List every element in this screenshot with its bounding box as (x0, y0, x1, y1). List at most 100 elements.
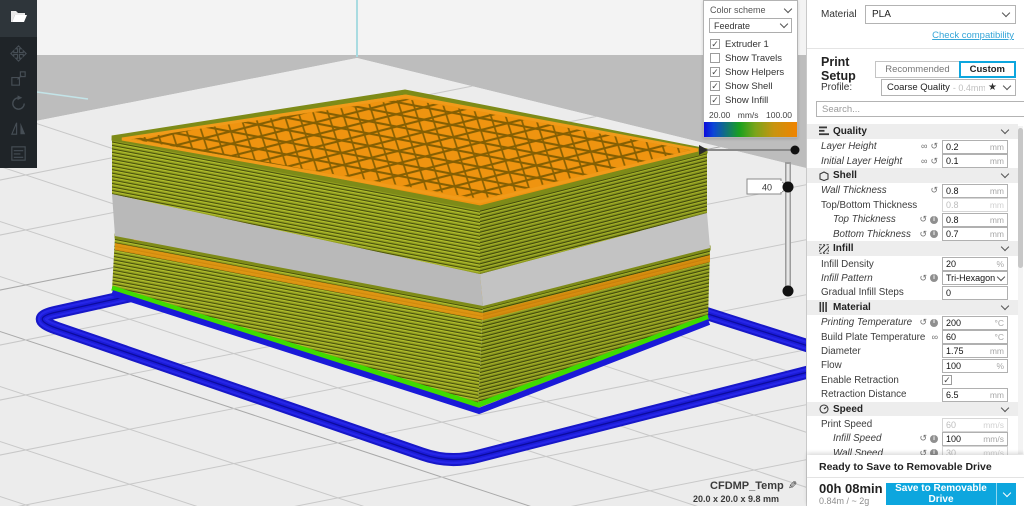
star-icon[interactable]: ★ (988, 82, 997, 93)
material-usage: 0.84m / ~ 2g (819, 496, 886, 506)
setting-row: Build Plate Temperature∞60°C (807, 330, 1018, 344)
setting-value-field[interactable]: 20% (942, 257, 1008, 271)
profile-dropdown[interactable]: Coarse Quality - 0.4mm ★ (881, 79, 1016, 96)
setting-value-field[interactable]: 0.8mm (942, 198, 1008, 212)
setting-checkbox[interactable]: ✓ (942, 375, 952, 385)
setting-row: Infill Speed↺i100mm/s (807, 432, 1018, 446)
section-header-speed[interactable]: Speed (807, 402, 1018, 417)
save-to-removable-drive-button[interactable]: Save to Removable Drive (886, 483, 1016, 505)
undo-icon[interactable]: ↺ (919, 230, 927, 239)
setting-label: Initial Layer Height (821, 156, 902, 167)
rotate-tool-icon (9, 94, 28, 118)
undo-icon[interactable]: ↺ (919, 434, 927, 443)
setting-value-field[interactable]: 100% (942, 359, 1008, 373)
chevron-down-icon (1001, 243, 1009, 251)
info-icon[interactable]: i (930, 274, 938, 282)
link-icon[interactable]: ∞ (921, 142, 927, 151)
setting-row: Initial Layer Height ∞↺ 0.1mm (807, 154, 1018, 168)
section-header-infill[interactable]: Infill (807, 241, 1018, 256)
profile-label: Profile: (821, 82, 881, 93)
undo-icon[interactable]: ↺ (919, 215, 927, 224)
setting-label: Infill Density (821, 259, 874, 270)
tool-sidebar (0, 0, 37, 168)
rotate-tool-button[interactable] (0, 93, 37, 118)
color-scheme-dropdown[interactable]: Feedrate (709, 18, 792, 33)
undo-icon[interactable]: ↺ (919, 274, 927, 283)
checkbox[interactable]: ✓ (710, 81, 720, 91)
custom-tab[interactable]: Custom (959, 61, 1016, 78)
setting-value-field[interactable]: 0.8mm (942, 184, 1008, 198)
chevron-down-icon (1001, 170, 1009, 178)
move-tool-button[interactable] (0, 43, 37, 68)
setting-value-field[interactable]: 60°C (942, 330, 1008, 344)
info-icon[interactable]: i (930, 230, 938, 238)
scrollbar-thumb[interactable] (1018, 128, 1023, 268)
section-header-shell[interactable]: Shell (807, 168, 1018, 183)
setting-value-field[interactable]: 0.7mm (942, 227, 1008, 241)
chevron-down-icon[interactable] (784, 4, 792, 12)
legend-checkbox-row[interactable]: Show Travels (704, 51, 797, 65)
setting-value-field[interactable]: 0 (942, 286, 1008, 300)
undo-icon[interactable]: ↺ (930, 157, 938, 166)
model-name-block: CFDMP_Temp✎ 20.0 x 20.0 x 9.8 mm (625, 476, 797, 504)
chevron-down-icon (1001, 403, 1009, 411)
settings-scrollbar[interactable] (1018, 126, 1023, 454)
cura-window: 40 CFDMP_Temp✎ 20.0 x 20.0 x 9.8 mm Colo… (0, 0, 1024, 506)
section-header-material[interactable]: Material (807, 300, 1018, 315)
setting-dropdown[interactable]: Tri-Hexagon (942, 271, 1008, 285)
layer-slider-handle-bottom[interactable] (783, 286, 794, 297)
info-icon[interactable]: i (930, 319, 938, 327)
legend-checkbox-row[interactable]: ✓Show Infill (704, 93, 797, 107)
save-options-chevron[interactable] (996, 483, 1016, 505)
section-header-quality[interactable]: Quality (807, 124, 1018, 139)
setting-label: Print Speed (821, 419, 872, 430)
setting-value-field[interactable]: 200°C (942, 316, 1008, 330)
legend-checkbox-row[interactable]: ✓ Show Shell (704, 79, 797, 93)
chevron-down-icon (1001, 126, 1009, 134)
legend-checkbox-row[interactable]: ✓Extruder 1 (704, 37, 797, 51)
setting-value-field[interactable]: 30mm/s (942, 446, 1008, 455)
chevron-down-icon (1003, 82, 1011, 90)
scale-max: 100.00 (766, 110, 792, 120)
per-model-settings-tool-button[interactable] (0, 143, 37, 168)
setting-label: Flow (821, 360, 842, 371)
edit-model-name-icon[interactable]: ✎ (788, 479, 797, 492)
setting-row: Enable Retraction✓ (807, 373, 1018, 387)
checkbox[interactable]: ✓ (710, 39, 720, 49)
quality-icon (819, 126, 833, 136)
setting-value-field[interactable]: 100mm/s (942, 432, 1008, 446)
check-compatibility-link[interactable]: Check compatibility (932, 30, 1014, 41)
checkbox[interactable]: ✓ (710, 67, 720, 77)
layer-indicator-dot (791, 146, 800, 155)
viewport-3d[interactable]: 40 (0, 0, 806, 506)
setting-value-field[interactable]: 1.75mm (942, 344, 1008, 358)
legend-checkbox-label: Show Shell (725, 81, 773, 92)
open-file-button[interactable] (0, 0, 37, 37)
link-icon[interactable]: ∞ (932, 333, 938, 342)
info-icon[interactable]: i (930, 435, 938, 443)
print-time: 00h 08min (819, 482, 886, 496)
checkbox[interactable]: ✓ (710, 95, 720, 105)
undo-icon[interactable]: ↺ (930, 186, 938, 195)
legend-checkbox-row[interactable]: ✓Show Helpers (704, 65, 797, 79)
undo-icon[interactable]: ↺ (930, 142, 938, 151)
chevron-down-icon (997, 273, 1005, 281)
setting-value-field[interactable]: 0.2mm (942, 140, 1008, 154)
link-icon[interactable]: ∞ (921, 157, 927, 166)
setting-value-field[interactable]: 0.8mm (942, 213, 1008, 227)
material-dropdown[interactable]: PLA (865, 5, 1016, 24)
undo-icon[interactable]: ↺ (919, 318, 927, 327)
color-scheme-label: Color scheme (710, 5, 766, 15)
setting-row: Top Thickness↺i0.8mm (807, 213, 1018, 227)
setting-value-field[interactable]: 0.1mm (942, 154, 1008, 168)
search-input[interactable] (816, 101, 1024, 117)
mirror-tool-button[interactable] (0, 118, 37, 143)
scale-tool-button[interactable] (0, 68, 37, 93)
info-icon[interactable]: i (930, 216, 938, 224)
layer-slider-handle-top[interactable] (783, 182, 794, 193)
checkbox[interactable] (710, 53, 720, 63)
setting-value-field[interactable]: 6.5mm (942, 388, 1008, 402)
setting-value-field[interactable]: 60mm/s (942, 418, 1008, 432)
recommended-tab[interactable]: Recommended (875, 61, 959, 78)
setting-row: Retraction Distance6.5mm (807, 387, 1018, 401)
